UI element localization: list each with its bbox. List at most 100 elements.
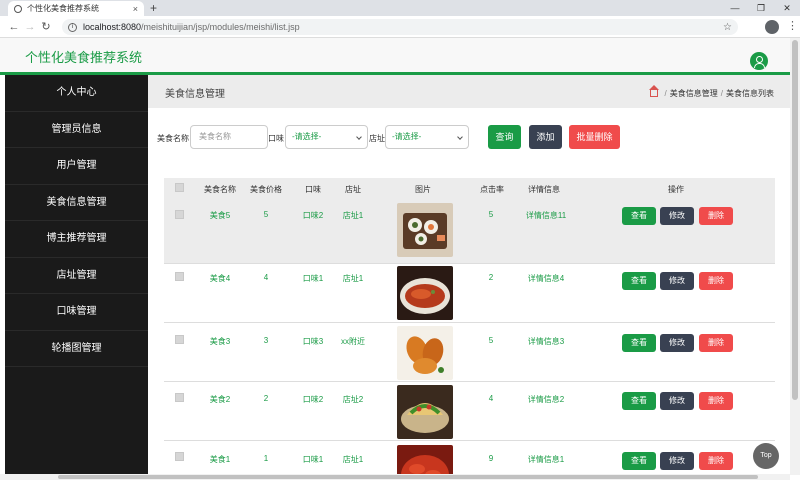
home-icon[interactable]	[648, 85, 659, 97]
tab-title: 个性化美食推荐系统	[27, 4, 99, 13]
shop-select[interactable]: -请选择-	[385, 125, 469, 149]
delete-button[interactable]: 删除	[699, 272, 733, 290]
table-row: 美食4 4 口味1 店址1 2 详情信息4 查看 修改 删除	[164, 264, 775, 323]
food-name-label: 美食名称	[157, 134, 189, 143]
batch-delete-button[interactable]: 批量删除	[569, 125, 620, 149]
col-taste: 口味	[305, 185, 321, 194]
row-checkbox[interactable]	[175, 452, 184, 461]
reload-icon[interactable]: ↻	[38, 20, 54, 33]
bookmark-star-icon[interactable]: ☆	[723, 22, 732, 33]
sidebar-item-tastes[interactable]: 口味管理	[5, 294, 148, 331]
cell-name: 美食3	[209, 337, 231, 346]
browser-tabbar: 个性化美食推荐系统 × + — ❐ ✕	[0, 0, 800, 16]
site-info-icon[interactable]: i	[68, 22, 77, 32]
table-row: 美食3 3 口味3 xx附近 5 详情信息3 查看 修改 删除	[164, 323, 775, 382]
select-all-checkbox[interactable]	[175, 183, 184, 192]
view-button[interactable]: 查看	[622, 452, 656, 470]
col-clicks: 点击率	[480, 185, 504, 194]
back-arrow-icon[interactable]: ←	[6, 21, 22, 33]
cell-name: 美食5	[209, 211, 231, 220]
url-input[interactable]: i localhost:8080 /meishituijian/jsp/modu…	[62, 19, 738, 35]
cell-shop: 店址2	[342, 395, 364, 404]
sidebar-item-shops[interactable]: 店址管理	[5, 258, 148, 294]
row-checkbox[interactable]	[175, 210, 184, 219]
user-avatar-icon[interactable]	[750, 52, 768, 70]
cell-taste: 口味2	[302, 395, 324, 404]
view-button[interactable]: 查看	[622, 334, 656, 352]
shop-label: 店址	[369, 134, 385, 143]
cell-name: 美食4	[209, 274, 231, 283]
cell-name: 美食1	[209, 455, 231, 464]
sidebar-item-admin-info[interactable]: 管理员信息	[5, 112, 148, 148]
food-name-input[interactable]: 美食名称	[190, 125, 268, 149]
edit-button[interactable]: 修改	[660, 392, 694, 410]
cell-detail: 详情信息3	[527, 337, 565, 346]
breadcrumb-item[interactable]: 美食信息管理	[670, 88, 718, 99]
new-tab-button[interactable]: +	[150, 1, 157, 15]
chevron-down-icon	[457, 134, 463, 140]
edit-button[interactable]: 修改	[660, 272, 694, 290]
table-row: 美食5 5 口味2 店址1 5 详情信息11 查看 修改 删除	[164, 198, 775, 264]
browser-profile-icon[interactable]	[765, 20, 779, 34]
cell-clicks: 2	[488, 273, 494, 282]
chevron-down-icon	[356, 134, 362, 140]
horizontal-scrollbar[interactable]	[0, 474, 790, 480]
delete-button[interactable]: 删除	[699, 452, 733, 470]
table-header: 美食名称 美食价格 口味 店址 图片 点击率 详情信息 操作	[164, 178, 775, 198]
delete-button[interactable]: 删除	[699, 392, 733, 410]
main-content: 美食信息管理 / 美食信息管理 / 美食信息列表 美食名称 美食名称 口味 -请…	[148, 75, 790, 475]
sidebar-item-food-info[interactable]: 美食信息管理	[5, 185, 148, 221]
cell-name: 美食2	[209, 395, 231, 404]
col-shop: 店址	[345, 185, 361, 194]
cell-detail: 详情信息1	[527, 455, 565, 464]
sidebar-item-users[interactable]: 用户管理	[5, 148, 148, 185]
taste-select[interactable]: -请选择-	[285, 125, 368, 149]
edit-button[interactable]: 修改	[660, 207, 694, 225]
maximize-icon[interactable]: ❐	[748, 0, 774, 16]
sidebar-item-carousel[interactable]: 轮播图管理	[5, 331, 148, 367]
cell-taste: 口味2	[302, 211, 324, 220]
page-title: 美食信息管理	[165, 89, 225, 100]
col-price: 美食价格	[250, 185, 282, 194]
scrollbar-thumb[interactable]	[792, 40, 798, 400]
sidebar-item-blogger-recommend[interactable]: 博主推荐管理	[5, 221, 148, 258]
row-checkbox[interactable]	[175, 272, 184, 281]
row-checkbox[interactable]	[175, 335, 184, 344]
query-button[interactable]: 查询	[488, 125, 521, 149]
url-path: /meishituijian/jsp/modules/meishi/list.j…	[141, 22, 300, 32]
sidebar-item-personal-center[interactable]: 个人中心	[5, 75, 148, 112]
forward-arrow-icon[interactable]: →	[22, 21, 38, 33]
cell-clicks: 5	[488, 210, 494, 219]
food-table: 美食名称 美食价格 口味 店址 图片 点击率 详情信息 操作 美食5 5 口味2…	[164, 178, 775, 475]
browser-menu-icon[interactable]: ⋮	[787, 19, 798, 32]
food-image	[397, 203, 453, 257]
close-window-icon[interactable]: ✕	[774, 0, 800, 16]
cell-detail: 详情信息11	[525, 211, 567, 220]
cell-detail: 详情信息2	[527, 395, 565, 404]
cell-clicks: 9	[488, 454, 494, 463]
vertical-scrollbar[interactable]	[790, 38, 800, 475]
cell-taste: 口味1	[302, 274, 324, 283]
row-checkbox[interactable]	[175, 393, 184, 402]
taste-label: 口味	[268, 134, 284, 143]
view-button[interactable]: 查看	[622, 392, 656, 410]
col-image: 图片	[415, 185, 431, 194]
delete-button[interactable]: 删除	[699, 207, 733, 225]
view-button[interactable]: 查看	[622, 207, 656, 225]
delete-button[interactable]: 删除	[699, 334, 733, 352]
scrollbar-thumb[interactable]	[58, 475, 758, 479]
food-image	[397, 266, 453, 320]
minimize-icon[interactable]: —	[722, 0, 748, 16]
cell-taste: 口味1	[302, 455, 324, 464]
table-row: 美食2 2 口味2 店址2 4 详情信息2 查看 修改 删除	[164, 382, 775, 441]
edit-button[interactable]: 修改	[660, 452, 694, 470]
edit-button[interactable]: 修改	[660, 334, 694, 352]
view-button[interactable]: 查看	[622, 272, 656, 290]
search-form: 美食名称 美食名称 口味 -请选择- 店址 -请选择- 查询 添加 批量删除	[148, 125, 790, 151]
tab-close-icon[interactable]: ×	[133, 4, 138, 14]
cell-price: 3	[263, 336, 269, 345]
browser-tab[interactable]: 个性化美食推荐系统 ×	[8, 1, 144, 16]
back-to-top-button[interactable]: Top	[753, 443, 779, 469]
cell-price: 4	[263, 273, 269, 282]
add-button[interactable]: 添加	[529, 125, 562, 149]
